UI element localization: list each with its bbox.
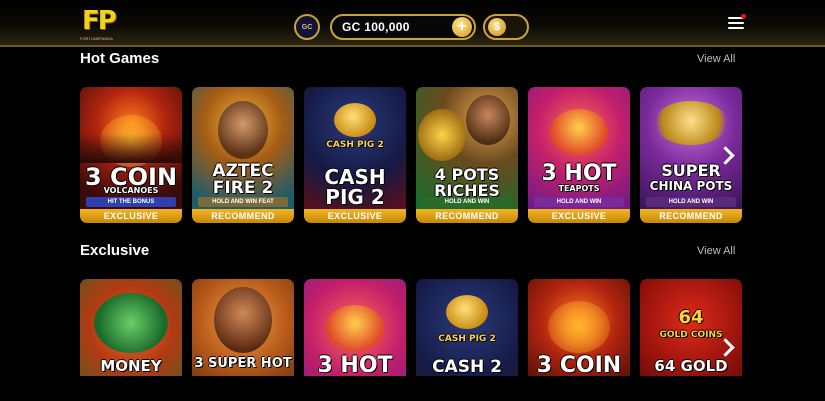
view-all-hot-games[interactable]: View All: [697, 53, 735, 65]
game-strip: HOLD AND WIN: [534, 197, 624, 207]
game-title: 3 SUPER HOT: [194, 356, 292, 371]
game-badge: EXCLUSIVE: [80, 209, 182, 223]
hot-games-row: 3 COIN VOLCANOES HIT THE BONUS EXCLUSIVE…: [80, 87, 744, 224]
section-title-exclusive: Exclusive: [80, 242, 150, 259]
chevron-right-icon[interactable]: [718, 145, 732, 167]
game-card-3-coin[interactable]: 3 COIN: [528, 279, 630, 376]
game-card-3-hot-teapots[interactable]: 3 HOT TEAPOTS HOLD AND WIN EXCLUSIVE: [528, 87, 630, 223]
exclusive-row: MONEY 3 SUPER HOT 3 HOT CASH PIG 2 CASH …: [80, 279, 744, 376]
game-strip: HOLD AND WIN FEAT: [198, 197, 288, 207]
game-badge: RECOMMEND: [416, 209, 518, 223]
game-title: 64 GOLD: [654, 357, 728, 375]
game-title: 3 COIN: [536, 353, 622, 377]
game-card-4-pots-riches[interactable]: 4 POTS RICHES HOLD AND WIN RECOMMEND: [416, 87, 518, 223]
game-strip: HIT THE BONUS: [86, 197, 176, 207]
coin-toggle-icon: $: [488, 18, 506, 36]
game-card-3-hot[interactable]: 3 HOT: [304, 279, 406, 376]
logo-text: FP: [82, 6, 117, 36]
game-number: 64: [678, 307, 704, 328]
currency-switch-icon[interactable]: GC: [294, 14, 320, 40]
logo-subtext: FORTUNEPANDA: [80, 36, 113, 41]
notification-dot: [741, 14, 746, 19]
game-title: AZTEC FIRE 2: [212, 161, 274, 198]
top-bar: FP FORTUNEPANDA GC GC 100,000 + $: [0, 0, 825, 47]
chevron-right-icon[interactable]: [718, 337, 732, 359]
brand-logo[interactable]: FP FORTUNEPANDA: [80, 6, 124, 44]
game-strip: HOLD AND WIN: [422, 197, 512, 207]
game-strip: HOLD AND WIN: [646, 197, 736, 207]
game-title: 3 HOT: [317, 353, 393, 377]
game-badge: RECOMMEND: [640, 209, 742, 223]
game-subtitle: TEAPOTS: [558, 184, 600, 193]
game-card-3-super-hot-chillies[interactable]: 3 SUPER HOT: [192, 279, 294, 376]
view-all-exclusive[interactable]: View All: [697, 245, 735, 257]
game-card-money[interactable]: MONEY: [80, 279, 182, 376]
game-subtitle: VOLCANOES: [103, 186, 159, 195]
plus-icon[interactable]: +: [452, 17, 472, 37]
game-title: CASH PIG 2: [324, 165, 386, 209]
game-card-cash-pig-2[interactable]: CASH PIG 2 CASH 2: [416, 279, 518, 376]
game-title: CASH 2: [432, 357, 502, 376]
game-card-aztec-fire-2[interactable]: AZTEC FIRE 2 HOLD AND WIN FEAT RECOMMEND: [192, 87, 294, 223]
hamburger-menu-icon[interactable]: [726, 14, 746, 32]
game-badge: EXCLUSIVE: [304, 209, 406, 223]
game-badge: RECOMMEND: [192, 209, 294, 223]
coin-toggle[interactable]: $: [483, 14, 529, 40]
game-title: MONEY: [100, 357, 162, 375]
section-title-hot-games: Hot Games: [80, 50, 160, 67]
game-card-3-coin-volcanoes[interactable]: 3 COIN VOLCANOES HIT THE BONUS EXCLUSIVE: [80, 87, 182, 223]
game-logo-text: CASH PIG 2: [326, 140, 384, 150]
game-title: 4 POTS RICHES: [434, 165, 500, 200]
game-logo-text: CASH PIG 2: [438, 334, 496, 344]
game-card-64-gold-coins[interactable]: 64 GOLD COINS 64 GOLD: [640, 279, 742, 376]
game-title: 3 HOT: [541, 161, 617, 186]
game-badge: EXCLUSIVE: [528, 209, 630, 223]
game-card-cash-pig-2[interactable]: CASH PIG 2 CASH PIG 2 EXCLUSIVE: [304, 87, 406, 223]
game-subtitle: CHINA POTS: [649, 179, 733, 193]
